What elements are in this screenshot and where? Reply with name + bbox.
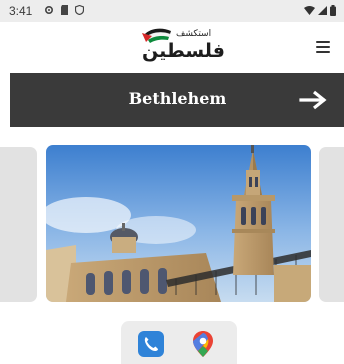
sd-card-icon [61, 5, 68, 15]
logo-small-text: استكشف [176, 29, 212, 39]
wifi-icon [304, 5, 315, 15]
logo-big-text: فلسطين [142, 40, 225, 62]
status-icons-right [304, 5, 336, 16]
battery-icon [330, 5, 336, 16]
carousel-next-card[interactable] [319, 147, 344, 302]
signal-icon [318, 5, 327, 15]
shield-icon [75, 5, 84, 15]
maps-icon[interactable] [190, 330, 216, 358]
status-time: 3:41 [9, 4, 33, 18]
app-logo[interactable]: استكشف فلسطين [132, 27, 225, 67]
church-tower-photo[interactable] [46, 145, 311, 302]
status-bar: 3:41 [0, 0, 344, 22]
city-title-bar[interactable]: Bethlehem [10, 73, 344, 127]
status-icons-left [44, 5, 84, 15]
city-title: Bethlehem [128, 89, 227, 108]
contact-actions-bar [121, 321, 237, 364]
app-header: استكشف فلسطين [0, 22, 344, 72]
hamburger-menu-icon[interactable] [316, 41, 330, 53]
phone-icon[interactable] [138, 331, 164, 357]
carousel-prev-card[interactable] [0, 147, 37, 302]
church-photo-illustration [46, 145, 311, 302]
settings-icon [44, 5, 54, 15]
arrow-right-icon[interactable] [299, 89, 329, 111]
